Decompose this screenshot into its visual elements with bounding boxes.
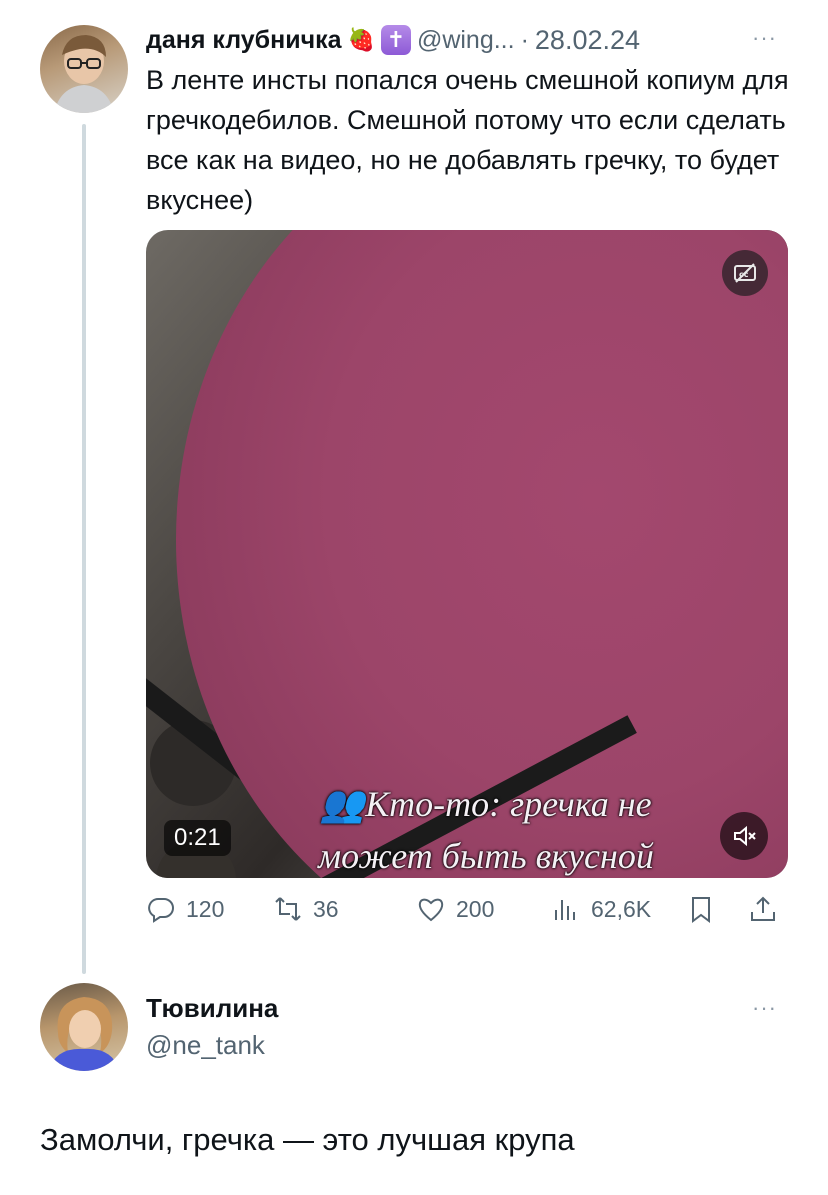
views-count: 62,6K — [591, 895, 652, 922]
heart-icon — [418, 898, 444, 922]
author-name[interactable]: даня клубничка — [146, 26, 342, 55]
reply-text: Замолчи, гречка — это лучшая крупа — [40, 1122, 575, 1157]
tweet-actions: 120 36 200 62,6K — [146, 894, 788, 934]
bookmark-icon — [692, 897, 710, 923]
more-options-button[interactable]: ··· — [752, 25, 777, 51]
tweet-header: даня клубничка 🍓 ✝ @wing... · 28.02.24 — [146, 22, 640, 58]
video-duration: 0:21 — [164, 820, 231, 856]
tweet-text: В ленте инсты попался очень смешной копи… — [146, 65, 789, 215]
video-caption-line: может быть вкусной — [318, 836, 654, 876]
reply-more-options-button[interactable]: ··· — [752, 995, 777, 1021]
reply-author-avatar[interactable] — [40, 983, 128, 1071]
bookmark-button[interactable] — [686, 894, 716, 924]
reply-icon — [148, 898, 174, 923]
video-caption: 👥Кто-то: гречка не может быть вкусной — [186, 778, 786, 878]
original-tweet: даня клубничка 🍓 ✝ @wing... · 28.02.24 ·… — [0, 0, 828, 980]
like-count: 200 — [456, 895, 495, 922]
views-chart-icon — [555, 900, 575, 920]
reply-author-name[interactable]: Тювилина — [146, 993, 278, 1023]
thread-connector-line — [82, 124, 86, 974]
video-player[interactable]: 👥Кто-то: гречка не может быть вкусной cc… — [146, 230, 788, 878]
tweet-date[interactable]: 28.02.24 — [535, 25, 640, 56]
reply-header: Тювилина — [146, 993, 278, 1024]
cc-off-icon[interactable]: cc — [722, 250, 768, 296]
retweet-button[interactable]: 36 — [273, 894, 339, 924]
views-button[interactable]: 62,6K — [551, 894, 651, 924]
share-button[interactable] — [748, 894, 778, 924]
reply-count: 120 — [186, 895, 225, 922]
reply-button[interactable]: 120 — [146, 894, 224, 924]
separator-dot: · — [520, 25, 529, 54]
muted-icon[interactable] — [720, 812, 768, 860]
share-icon — [751, 896, 775, 921]
author-handle[interactable]: @wing... — [417, 26, 515, 55]
like-button[interactable]: 200 — [416, 894, 494, 924]
author-avatar[interactable] — [40, 25, 128, 113]
cross-badge-icon: ✝ — [380, 25, 411, 55]
retweet-icon — [275, 897, 301, 921]
strawberry-emoji: 🍓 — [347, 27, 375, 52]
video-caption-line: 👥Кто-то: гречка не — [320, 784, 652, 824]
reply-author-handle[interactable]: @ne_tank — [146, 1030, 265, 1061]
retweet-count: 36 — [313, 895, 339, 922]
